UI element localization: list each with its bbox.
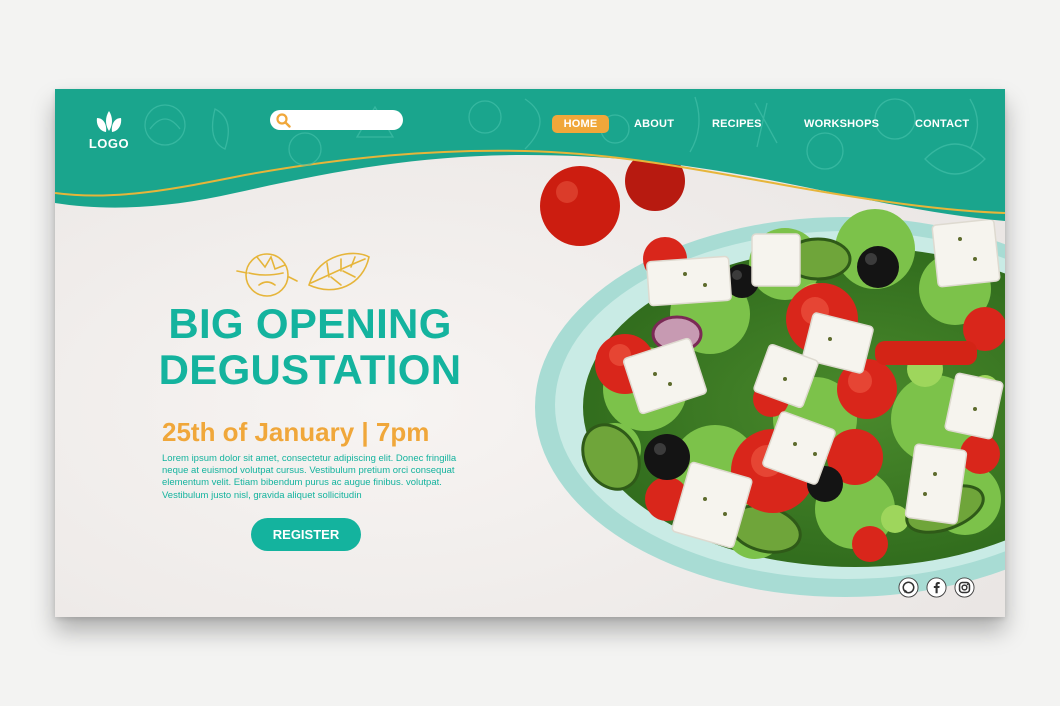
instagram-icon[interactable] xyxy=(954,577,975,598)
nav-item-recipes[interactable]: RECIPES xyxy=(712,115,762,133)
nav-item-about[interactable]: ABOUT xyxy=(634,115,674,133)
search-icon xyxy=(276,113,291,128)
hero-title-line-2: DEGUSTATION xyxy=(158,346,462,393)
whatsapp-icon[interactable] xyxy=(898,577,919,598)
hero-title: BIG OPENING DEGUSTATION xyxy=(150,301,470,393)
facebook-icon[interactable] xyxy=(926,577,947,598)
nav-item-home[interactable]: HOME xyxy=(552,115,609,133)
event-date: 25th of January | 7pm xyxy=(162,417,430,447)
search-input[interactable] xyxy=(270,110,403,130)
vegetable-doodle-icon xyxy=(236,252,370,297)
hero-description: Lorem ipsum dolor sit amet, consectetur … xyxy=(162,453,457,501)
header-band xyxy=(55,89,1005,221)
leaf-logo-icon xyxy=(96,111,122,132)
landing-page: LOGO HOME ABOUT RECIPES WORKSHOPS CONTAC… xyxy=(55,89,1005,617)
logo-text: LOGO xyxy=(88,136,130,151)
register-button[interactable]: REGISTER xyxy=(251,518,361,551)
nav-item-contact[interactable]: CONTACT xyxy=(915,115,969,133)
nav-item-workshops[interactable]: WORKSHOPS xyxy=(804,115,879,133)
logo[interactable]: LOGO xyxy=(87,109,131,153)
hero-title-line-1: BIG OPENING xyxy=(168,300,452,347)
